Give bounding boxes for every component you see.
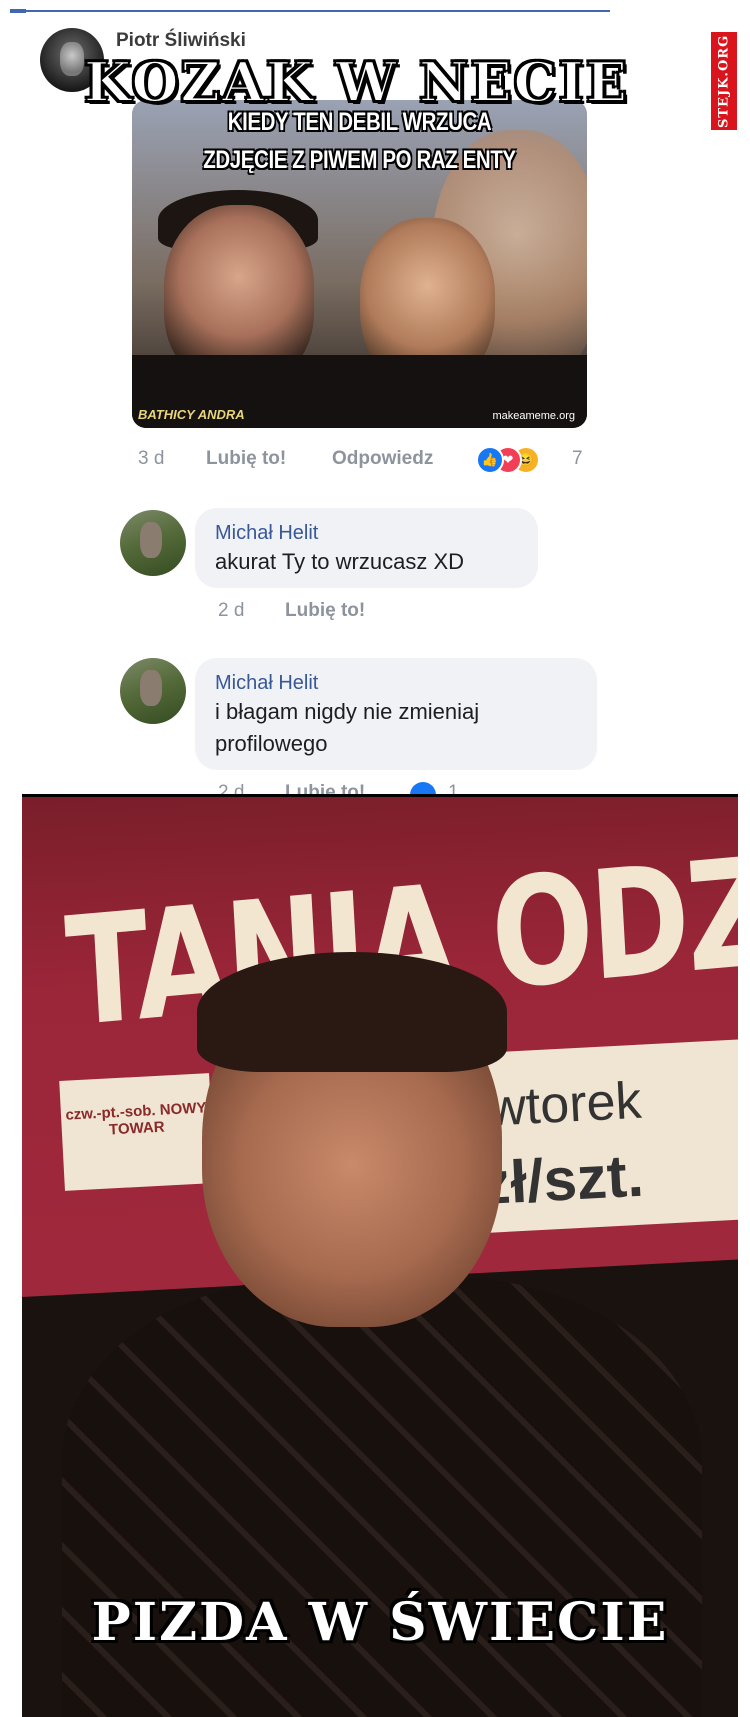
stejk-watermark: STEJK.ORG	[711, 32, 737, 130]
bottom-caption: PIZDA W ŚWIECIE	[91, 1592, 669, 1653]
comment-timestamp[interactable]: 2 d	[218, 600, 244, 622]
sign-box-right-line2: zł/szt.	[478, 1141, 646, 1218]
comment-bubble: Michał Helit i błagam nigdy nie zmieniaj…	[195, 658, 597, 770]
top-divider	[10, 10, 610, 12]
comment-like-reaction[interactable]	[410, 782, 436, 794]
post-reaction-count[interactable]: 7	[572, 448, 583, 470]
like-reaction-icon	[410, 782, 436, 794]
sign-box-left-text: czw.-pt.-sob. NOWY TOWAR	[65, 1099, 207, 1139]
meme-title: KOZAK W NECIE	[83, 49, 629, 115]
meme-caption-line2: ZDJĘCIE Z PIWEM PO RAZ ENTY	[203, 146, 516, 174]
like-reaction-icon: 👍	[476, 446, 504, 474]
post-meme-image[interactable]: KIEDY TEN DEBIL WRZUCA ZDJĘCIE Z PIWEM P…	[132, 100, 587, 428]
comment-text: akurat Ty to wrzucasz XD	[215, 549, 465, 574]
comment-text-line1: i błagam nigdy nie zmieniaj	[215, 699, 480, 724]
comment-avatar[interactable]	[120, 658, 186, 724]
bottom-photo: TANIA ODZ czw.-pt.-sob. NOWY TOWAR wtore…	[22, 794, 738, 1717]
comment-reaction-count[interactable]: 1	[448, 782, 459, 794]
comment-like-button[interactable]: Lubię to!	[285, 600, 365, 622]
comment-like-button[interactable]: Lubię to!	[285, 782, 365, 794]
sign-box-right-line1: wtorek	[486, 1071, 643, 1138]
post-like-button[interactable]: Lubię to!	[206, 448, 286, 470]
post-author-name[interactable]: Piotr Śliwiński	[116, 30, 246, 52]
post-reactions[interactable]: 👍 ❤ 😆	[476, 446, 546, 474]
person-hair	[197, 952, 507, 1072]
comment-author[interactable]: Michał Helit	[215, 522, 318, 545]
top-divider-accent	[10, 9, 26, 13]
comment-bubble: Michał Helit akurat Ty to wrzucasz XD	[195, 508, 538, 588]
post-reply-button[interactable]: Odpowiedz	[332, 448, 433, 470]
comment-timestamp[interactable]: 2 d	[218, 782, 244, 794]
sign-box-left: czw.-pt.-sob. NOWY TOWAR	[59, 1073, 215, 1191]
post-timestamp[interactable]: 3 d	[138, 448, 164, 470]
comment-avatar[interactable]	[120, 510, 186, 576]
meme-logo-left: BATHICY ANDRA	[138, 407, 245, 422]
comment-author[interactable]: Michał Helit	[215, 672, 318, 695]
meme-logo-right: makeameme.org	[492, 410, 575, 422]
comment-text-line2: profilowego	[215, 731, 328, 756]
